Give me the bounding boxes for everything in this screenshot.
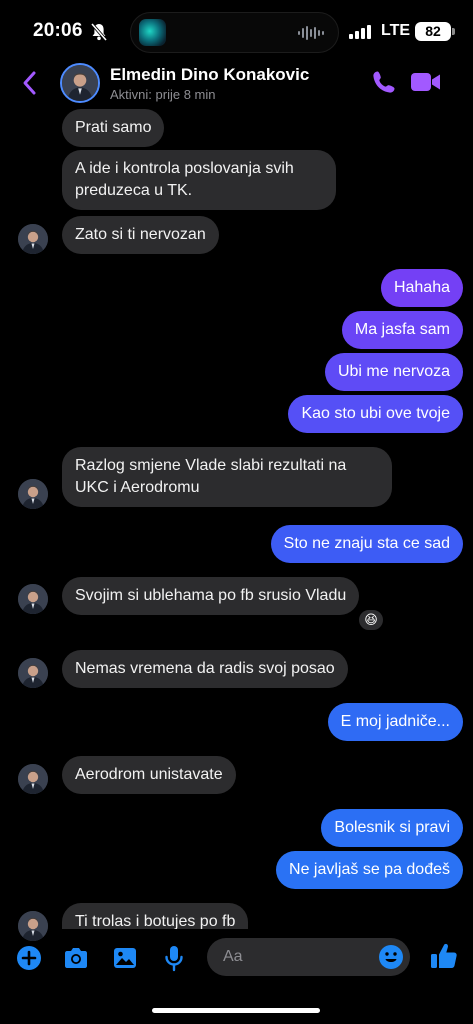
app-activity-icon: [139, 19, 166, 46]
plus-circle-icon[interactable]: [15, 944, 43, 972]
message-bubble-outgoing[interactable]: Ubi me nervoza: [324, 353, 463, 391]
message-bubble-outgoing[interactable]: Ne javljaš se pa dođeš: [276, 851, 463, 889]
contact-avatar[interactable]: [60, 63, 100, 103]
message-bubble-incoming[interactable]: Ti trolas i botujes po fb: [62, 903, 249, 929]
message-bubble-incoming[interactable]: Svojim si ublehama po fb srusio Vladu: [62, 577, 360, 615]
message-input-field[interactable]: [207, 938, 410, 976]
chat-header: Elmedin Dino Konakovic Aktivni: prije 8 …: [0, 58, 473, 108]
battery-tip: [452, 28, 455, 35]
contact-active-status: Aktivni: prije 8 min: [110, 87, 216, 102]
message-bubble-outgoing[interactable]: Kao sto ubi ove tvoje: [288, 395, 463, 433]
phone-call-icon[interactable]: [371, 69, 397, 95]
battery-icon: 82: [415, 22, 451, 41]
dynamic-island[interactable]: [130, 12, 339, 53]
message-bubble-outgoing[interactable]: Sto ne znaju sta ce sad: [270, 525, 463, 563]
message-composer: [0, 936, 473, 980]
image-icon[interactable]: [111, 944, 139, 972]
message-bubble-outgoing[interactable]: Ma jasfa sam: [341, 311, 463, 349]
sender-avatar[interactable]: [18, 658, 48, 688]
message-bubble-incoming[interactable]: Nemas vremena da radis svoj posao: [62, 650, 348, 688]
microphone-icon[interactable]: [160, 944, 188, 972]
thumbs-up-icon[interactable]: [429, 941, 459, 971]
back-chevron-icon[interactable]: [20, 70, 40, 96]
message-bubble-incoming[interactable]: Aerodrom unistavate: [62, 756, 236, 794]
camera-icon[interactable]: [62, 944, 90, 972]
message-bubble-incoming[interactable]: A ide i kontrola poslovanja svih preduze…: [62, 150, 336, 210]
network-type: LTE: [381, 22, 411, 39]
contact-name[interactable]: Elmedin Dino Konakovic: [110, 65, 309, 85]
message-bubble-outgoing[interactable]: Hahaha: [380, 269, 463, 307]
signal-icon: [349, 25, 371, 39]
message-bubble-incoming[interactable]: Razlog smjene Vlade slabi rezultati na U…: [62, 447, 392, 507]
message-bubble-incoming[interactable]: Prati samo: [62, 109, 165, 147]
bell-slash-icon: [91, 23, 107, 41]
status-bar: 20:06 LTE 82: [0, 0, 473, 62]
clock: 20:06: [33, 20, 83, 41]
message-bubble-outgoing[interactable]: E moj jadniče...: [327, 703, 463, 741]
sender-avatar[interactable]: [18, 764, 48, 794]
sender-avatar[interactable]: [18, 479, 48, 509]
video-call-icon[interactable]: [410, 70, 442, 94]
audio-wave-icon: [298, 26, 324, 40]
message-bubble-outgoing[interactable]: Bolesnik si pravi: [321, 809, 463, 847]
battery-level: 82: [425, 23, 441, 39]
message-reaction[interactable]: 😆: [357, 608, 385, 632]
home-indicator[interactable]: [152, 1008, 320, 1013]
sender-avatar[interactable]: [18, 224, 48, 254]
message-bubble-incoming[interactable]: Zato si ti nervozan: [62, 216, 219, 254]
emoji-icon[interactable]: [378, 944, 404, 970]
sender-avatar[interactable]: [18, 584, 48, 614]
message-input[interactable]: [223, 938, 373, 976]
